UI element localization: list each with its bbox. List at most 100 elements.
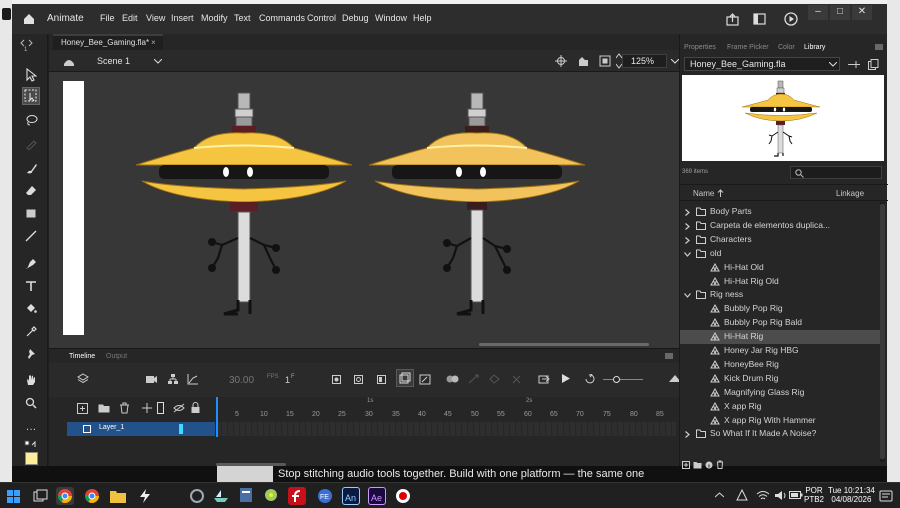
chevron-down-icon[interactable]: [684, 292, 691, 299]
free-transform-tool[interactable]: [22, 87, 40, 105]
brush-tool-icon[interactable]: [25, 162, 37, 174]
document-tab[interactable]: Honey_Bee_Gaming.fla* ×: [53, 34, 163, 50]
outline-layer-icon[interactable]: [157, 402, 164, 414]
graph-editor-icon[interactable]: [187, 373, 199, 385]
library-folder-row[interactable]: Characters: [680, 233, 880, 247]
add-folder-icon[interactable]: [98, 403, 110, 413]
eyedropper-tool-icon[interactable]: [25, 325, 37, 337]
chevron-down-icon[interactable]: [684, 251, 691, 258]
library-folder-row[interactable]: Body Parts: [680, 205, 880, 219]
tab-timeline[interactable]: Timeline: [69, 353, 95, 360]
lock-layer-icon[interactable]: [191, 402, 200, 414]
battery-icon[interactable]: [789, 490, 803, 500]
hi-hat-character-left[interactable]: [134, 88, 356, 328]
chevron-right-icon[interactable]: [684, 222, 691, 230]
onion-skin-toggle[interactable]: [396, 369, 414, 387]
zoom-tool-icon[interactable]: [25, 397, 37, 409]
layer-name[interactable]: Layer_1: [99, 424, 124, 431]
add-layer-icon[interactable]: [77, 403, 88, 414]
highlight-layer-icon[interactable]: [142, 403, 152, 413]
new-symbol-icon[interactable]: [682, 461, 690, 469]
fps-value[interactable]: 30.00: [229, 375, 254, 386]
minimize-button[interactable]: –: [808, 5, 828, 20]
library-symbol-row[interactable]: Kick Drum Rig: [680, 372, 880, 386]
home-icon[interactable]: [23, 13, 35, 25]
library-symbol-row[interactable]: HoneyBee Rig: [680, 358, 880, 372]
chevron-right-icon[interactable]: [684, 431, 691, 439]
menu-commands[interactable]: Commands: [259, 13, 305, 23]
go-to-first-frame-icon[interactable]: [538, 374, 550, 384]
library-symbol-row[interactable]: Bubbly Pop Rig: [680, 302, 880, 316]
flash-player-taskbar-button[interactable]: [288, 487, 306, 505]
layers-icon[interactable]: [77, 373, 89, 385]
convert-to-frame-icon[interactable]: [511, 374, 522, 384]
library-symbol-row[interactable]: Hi-Hat Rig Old: [680, 275, 880, 289]
insert-frame-icon[interactable]: [377, 375, 386, 384]
library-symbol-row[interactable]: Magnifying Glass Rig: [680, 386, 880, 400]
app-flower-icon[interactable]: [263, 487, 279, 503]
notifications-icon[interactable]: [879, 489, 893, 503]
start-icon[interactable]: [7, 490, 20, 503]
hi-hat-character-right[interactable]: [367, 88, 589, 328]
library-folder-row[interactable]: Rig ness: [680, 288, 880, 302]
more-tools-icon[interactable]: …: [24, 420, 38, 434]
sort-ascending-icon[interactable]: [717, 189, 724, 197]
workspace-icon[interactable]: [753, 13, 766, 25]
menu-file[interactable]: File: [100, 13, 115, 23]
library-symbol-row[interactable]: Hi-Hat Rig: [680, 330, 880, 345]
library-folder-row[interactable]: Carpeta de elementos duplica...: [680, 219, 880, 233]
rectangle-tool-icon[interactable]: [25, 207, 37, 219]
task-view-icon[interactable]: [33, 489, 48, 503]
menu-edit[interactable]: Edit: [122, 13, 138, 23]
pen-alt-tool-icon[interactable]: [25, 138, 37, 150]
app-doc-icon[interactable]: [238, 487, 254, 503]
panel-collapse-icon[interactable]: 1: [20, 38, 40, 52]
line-tool-icon[interactable]: [25, 230, 37, 242]
menu-debug[interactable]: Debug: [342, 13, 369, 23]
close-button[interactable]: ✕: [852, 5, 872, 20]
menu-view[interactable]: View: [146, 13, 165, 23]
app-boat-icon[interactable]: [213, 488, 229, 504]
clock[interactable]: Tue 10:21:34 04/08/2026: [828, 486, 875, 504]
library-scrollbar-thumb[interactable]: [880, 204, 885, 459]
menu-insert[interactable]: Insert: [171, 13, 194, 23]
keyboard-language[interactable]: POR PTB2: [804, 486, 824, 504]
blank-keyframe-icon[interactable]: [354, 375, 363, 384]
layer-color-swatch[interactable]: [179, 424, 183, 434]
menu-window[interactable]: Window: [375, 13, 407, 23]
loop-icon[interactable]: [584, 374, 597, 384]
layer-parenting-icon[interactable]: [167, 373, 179, 385]
library-search-input[interactable]: [790, 166, 882, 179]
chrome-taskbar-button[interactable]: [56, 487, 74, 505]
pen-tool-icon[interactable]: [25, 258, 37, 270]
camera-icon[interactable]: [145, 374, 158, 384]
test-movie-icon[interactable]: [784, 12, 798, 26]
layer-frames[interactable]: [216, 422, 676, 436]
timeline-ruler[interactable]: 1s 2s 5 10 15 20 25 30 35 40 45 50 55 60…: [216, 397, 676, 421]
scene-dropdown-icon[interactable]: [154, 59, 162, 64]
maximize-button[interactable]: □: [830, 5, 850, 20]
column-name-header[interactable]: Name: [693, 189, 714, 198]
after-effects-taskbar-button[interactable]: Ae: [368, 487, 386, 505]
new-library-folder-icon[interactable]: [693, 461, 702, 469]
timeline-scrollbar[interactable]: [216, 463, 286, 466]
hide-layer-icon[interactable]: [173, 403, 185, 413]
panel-menu-icon[interactable]: [665, 353, 673, 359]
file-explorer-icon[interactable]: [109, 488, 127, 504]
chrome-alt-icon[interactable]: [83, 487, 101, 505]
frame-zoom-slider[interactable]: [603, 379, 643, 380]
playhead[interactable]: [216, 397, 218, 437]
library-symbol-row[interactable]: Hi-Hat Old: [680, 261, 880, 275]
selection-tool-icon[interactable]: [25, 68, 37, 82]
zoom-chevron-icon[interactable]: [671, 59, 679, 64]
app-spiral-icon[interactable]: [189, 488, 205, 504]
tab-frame-picker[interactable]: Frame Picker: [727, 44, 769, 51]
chevron-right-icon[interactable]: [684, 209, 691, 216]
pin-tool-icon[interactable]: [25, 348, 37, 360]
column-linkage-header[interactable]: Linkage: [836, 189, 864, 198]
volume-icon[interactable]: [774, 490, 787, 501]
stage-canvas[interactable]: [63, 81, 84, 335]
close-tab-icon[interactable]: ×: [151, 38, 156, 47]
delete-layer-icon[interactable]: [119, 402, 130, 414]
center-stage-icon[interactable]: [555, 55, 567, 67]
